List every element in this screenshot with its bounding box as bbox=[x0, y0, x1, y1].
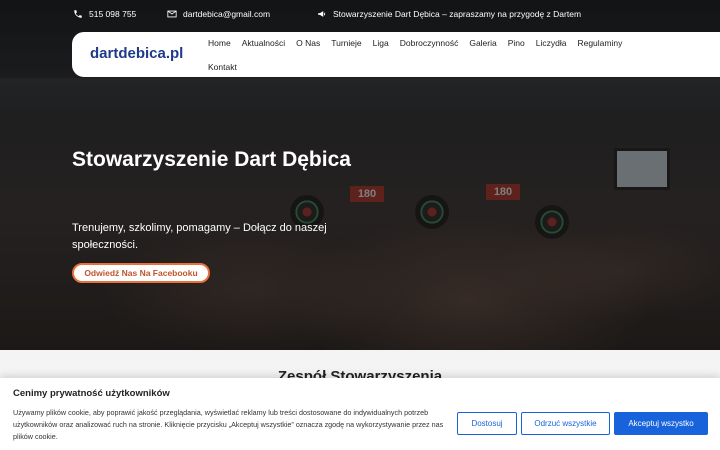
nav-item-turnieje[interactable]: Turnieje bbox=[331, 38, 361, 48]
top-bar: 515 098 755 dartdebica@gmail.com Stowarz… bbox=[0, 0, 720, 30]
cookie-description: Używamy plików cookie, aby poprawić jako… bbox=[13, 408, 444, 441]
facebook-button[interactable]: Odwiedź Nas Na Facebooku bbox=[72, 263, 210, 283]
topbar-phone[interactable]: 515 098 755 bbox=[73, 9, 136, 19]
cookie-reject-button[interactable]: Odrzuć wszystkie bbox=[521, 412, 610, 435]
announcement-text: Stowarzyszenie Dart Dębica – zapraszamy … bbox=[333, 9, 582, 19]
cookie-customize-button[interactable]: Dostosuj bbox=[457, 412, 517, 435]
nav-item-dobroczynnosc[interactable]: Dobroczynność bbox=[400, 38, 459, 48]
cookie-accept-button[interactable]: Akceptuj wszystko bbox=[614, 412, 708, 435]
nav-item-pino[interactable]: Pino bbox=[508, 38, 525, 48]
email-address: dartdebica@gmail.com bbox=[183, 9, 271, 19]
cookie-title: Cenimy prywatność użytkowników bbox=[13, 388, 170, 399]
topbar-email[interactable]: dartdebica@gmail.com bbox=[167, 9, 270, 19]
phone-number: 515 098 755 bbox=[89, 9, 137, 19]
nav-item-liga[interactable]: Liga bbox=[373, 38, 389, 48]
nav-item-liczydla[interactable]: Liczydła bbox=[536, 38, 567, 48]
megaphone-icon bbox=[318, 11, 326, 17]
topbar-announcement: Stowarzyszenie Dart Dębica – zapraszamy … bbox=[317, 9, 581, 19]
nav-item-o-nas[interactable]: O Nas bbox=[296, 38, 320, 48]
nav-item-galeria[interactable]: Galeria bbox=[469, 38, 496, 48]
main-navigation: dartdebica.pl Home Aktualności O Nas Tur… bbox=[72, 32, 720, 77]
nav-item-regulaminy[interactable]: Regulaminy bbox=[577, 38, 622, 48]
hero-title: Stowarzyszenie Dart Dębica bbox=[72, 148, 351, 171]
nav-item-aktualnosci[interactable]: Aktualności bbox=[242, 38, 285, 48]
nav-item-kontakt[interactable]: Kontakt bbox=[208, 62, 237, 72]
nav-item-home[interactable]: Home bbox=[208, 38, 231, 48]
phone-icon bbox=[74, 10, 82, 18]
cookie-banner: Cenimy prywatność użytkowników Używamy p… bbox=[0, 378, 720, 450]
hero-subtitle: Trenujemy, szkolimy, pomagamy – Dołącz d… bbox=[72, 222, 327, 251]
envelope-icon bbox=[167, 10, 177, 18]
site-logo[interactable]: dartdebica.pl bbox=[90, 45, 183, 62]
nav-menu: Home Aktualności O Nas Turnieje Liga Dob… bbox=[208, 38, 648, 72]
